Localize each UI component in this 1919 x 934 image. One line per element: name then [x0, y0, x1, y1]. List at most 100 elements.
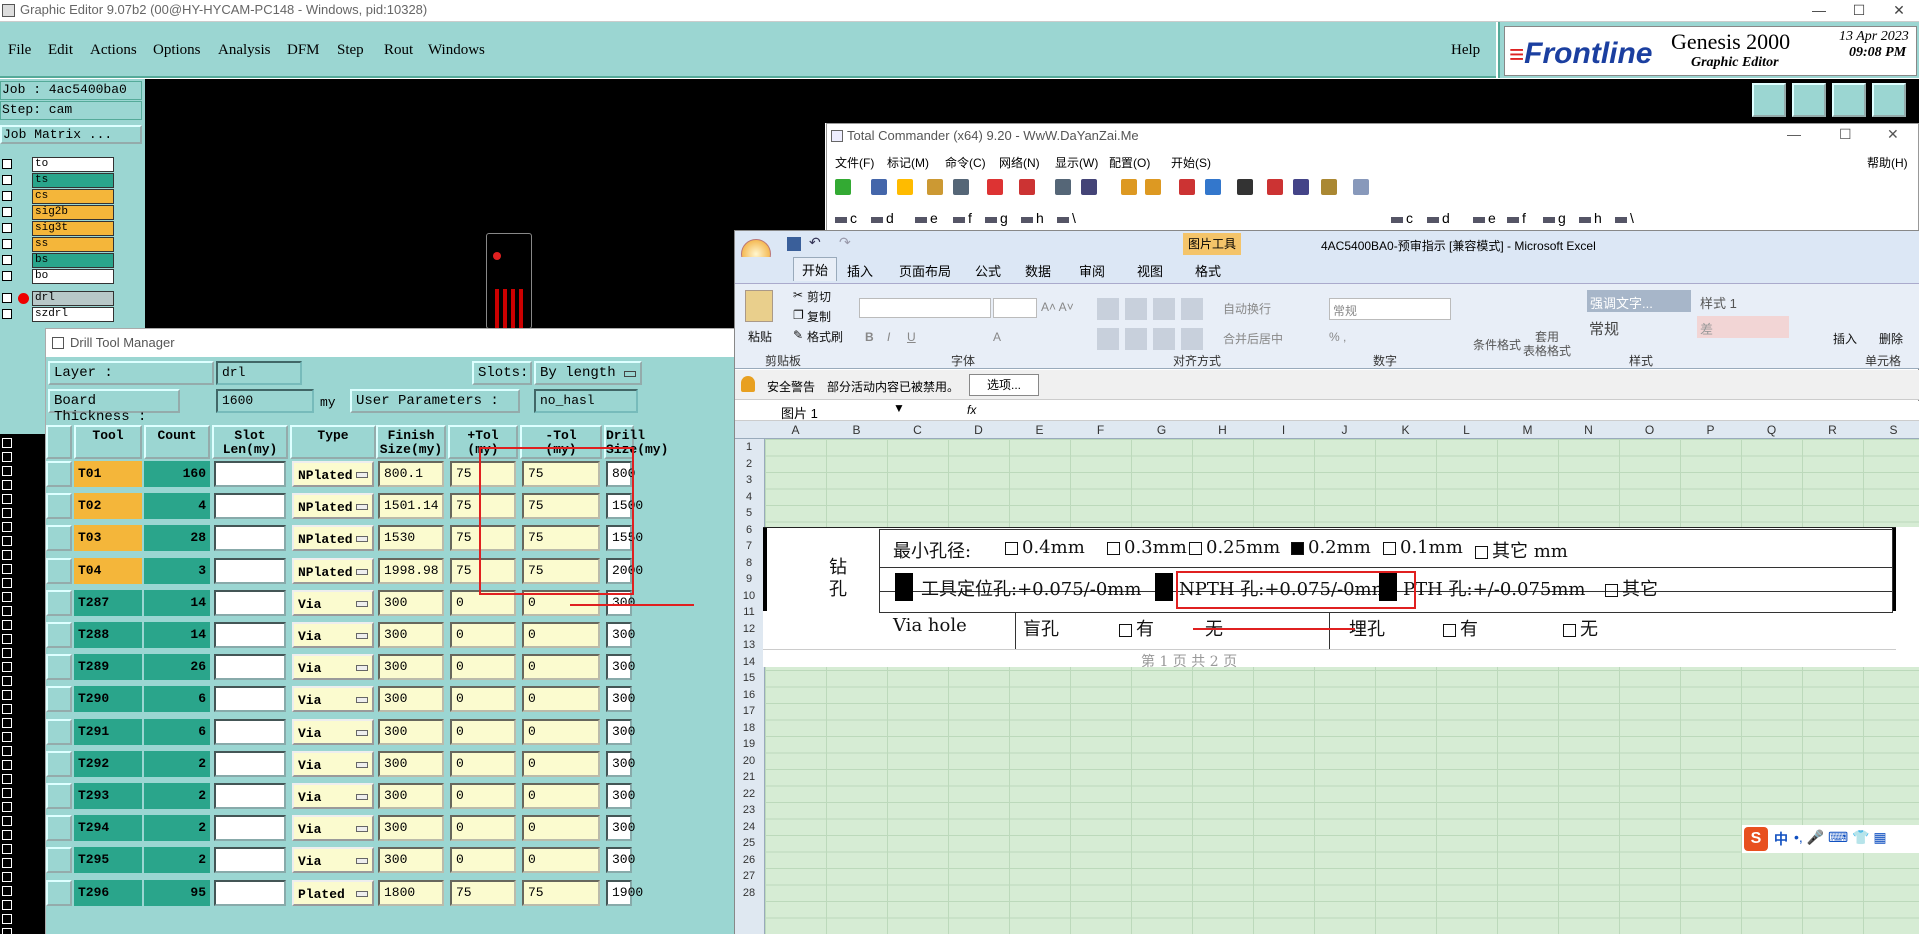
cut-icon[interactable]: ✂ [793, 288, 803, 302]
tool-name[interactable]: T296 [74, 879, 142, 906]
type-dropdown[interactable]: Via [292, 783, 374, 809]
tc-toolbar-icon[interactable] [927, 179, 943, 195]
row-header[interactable]: 7 [735, 540, 763, 552]
layer-checkbox[interactable] [2, 207, 12, 217]
layer-checkbox[interactable] [2, 858, 12, 868]
menu-rout[interactable]: Rout [384, 42, 413, 59]
tool-name[interactable]: T292 [74, 750, 142, 777]
tc-toolbar-icon[interactable] [1321, 179, 1337, 195]
column-header[interactable]: S [1863, 423, 1919, 437]
tool-shape-icon[interactable] [46, 686, 72, 713]
slot-len-input[interactable] [214, 718, 286, 745]
plus-tol-input[interactable]: 0 [450, 815, 516, 842]
layer-checkbox[interactable] [2, 718, 12, 728]
column-header[interactable]: F [1070, 423, 1131, 437]
name-box[interactable]: 图片 1 [781, 403, 818, 422]
row-header[interactable]: 21 [735, 771, 763, 783]
layer-checkbox[interactable] [2, 914, 12, 924]
tc-toolbar-icon[interactable] [1081, 179, 1097, 195]
layer-checkbox[interactable] [2, 886, 12, 896]
layer-checkbox[interactable] [2, 844, 12, 854]
type-dropdown[interactable]: Via [292, 589, 374, 616]
left-drive-button[interactable]: h [1021, 210, 1044, 226]
layer-checkbox[interactable] [2, 271, 12, 281]
row-header[interactable]: 14 [735, 656, 763, 668]
layer-checkbox[interactable] [2, 788, 12, 798]
font-size-dropdown[interactable] [993, 298, 1037, 318]
tool-row[interactable]: T291 6 Via 300 0 0 300 [46, 718, 736, 747]
slot-len-input[interactable] [214, 461, 286, 487]
tool-row[interactable]: T288 14 Via 300 0 0 300 [46, 622, 736, 650]
tool-name[interactable]: T02 [74, 493, 142, 520]
layer-name[interactable]: sig2b [32, 205, 114, 220]
tool-shape-icon[interactable] [46, 493, 72, 520]
save-icon[interactable] [787, 237, 801, 251]
tc-menu-item[interactable]: 标记(M) [887, 154, 929, 171]
row-header[interactable]: 26 [735, 854, 763, 866]
layer-row[interactable]: bs [0, 253, 145, 268]
row-header[interactable]: 4 [735, 491, 763, 503]
tool-shape-icon[interactable] [46, 461, 72, 487]
percent-icon[interactable]: % , [1329, 330, 1346, 344]
home-icon[interactable] [1752, 83, 1786, 117]
layer-checkbox[interactable] [2, 466, 12, 476]
row-header[interactable]: 3 [735, 474, 763, 486]
tool-name[interactable]: T01 [74, 461, 142, 487]
tc-toolbar-icon[interactable] [835, 179, 851, 195]
tc-close-icon[interactable]: ✕ [1887, 126, 1899, 143]
drill-size-input[interactable]: 300 [606, 815, 635, 842]
layer-checkbox[interactable] [2, 480, 12, 490]
layer-checkbox[interactable] [2, 438, 12, 448]
minus-tol-input[interactable]: 0 [522, 783, 600, 809]
plus-tol-input[interactable]: 0 [450, 718, 516, 745]
finish-size-input[interactable]: 300 [378, 783, 444, 809]
column-header[interactable]: R [1802, 423, 1863, 437]
tool-shape-icon[interactable] [46, 847, 72, 874]
row-header[interactable]: 2 [735, 458, 763, 470]
column-header[interactable]: P [1680, 423, 1741, 437]
column-header[interactable]: H [1192, 423, 1253, 437]
column-header[interactable]: E [1009, 423, 1070, 437]
style-1[interactable]: 样式 1 [1697, 290, 1789, 312]
layout-icon[interactable] [1832, 83, 1866, 117]
drill-size-input[interactable]: 300 [606, 750, 635, 777]
right-drive-button[interactable]: g [1543, 210, 1566, 226]
layer-row[interactable]: to [0, 157, 145, 172]
layer-checkbox[interactable] [2, 239, 12, 249]
slot-len-input[interactable] [214, 750, 286, 777]
row-header[interactable]: 8 [735, 557, 763, 569]
tc-menu-item[interactable]: 开始(S) [1171, 154, 1211, 171]
user-params-field[interactable]: no_hasl [534, 389, 638, 413]
right-drive-button[interactable]: e [1473, 210, 1496, 226]
tc-minimize-icon[interactable]: — [1787, 126, 1801, 142]
layer-checkbox[interactable] [2, 872, 12, 882]
layer-checkbox[interactable] [2, 536, 12, 546]
tool-name[interactable]: T295 [74, 847, 142, 874]
layer-checkbox[interactable] [2, 564, 12, 574]
number-format-dropdown[interactable]: 常规 [1329, 298, 1451, 320]
tc-menu-item[interactable]: 配置(O) [1109, 154, 1150, 171]
style-normal[interactable]: 常规 [1587, 316, 1691, 338]
minimize-icon[interactable]: — [1799, 0, 1839, 20]
merge-center-button[interactable]: 合并后居中 [1223, 330, 1283, 347]
column-header[interactable]: I [1253, 423, 1314, 437]
tc-toolbar-icon[interactable] [1145, 179, 1161, 195]
layer-checkbox[interactable] [2, 293, 12, 303]
menu-help[interactable]: Help [1451, 42, 1480, 59]
layer-checkbox[interactable] [2, 676, 12, 686]
layer-checkbox[interactable] [2, 900, 12, 910]
slot-len-input[interactable] [214, 815, 286, 842]
layer-checkbox[interactable] [2, 578, 12, 588]
layer-checkbox[interactable] [2, 704, 12, 714]
tc-menu-item[interactable]: 文件(F) [835, 154, 874, 171]
layer-checkbox[interactable] [2, 508, 12, 518]
tool-name[interactable]: T290 [74, 686, 142, 713]
row-header[interactable]: 27 [735, 870, 763, 882]
layer-checkbox[interactable] [2, 746, 12, 756]
slot-len-input[interactable] [214, 686, 286, 713]
worksheet-grid[interactable] [765, 439, 1919, 934]
ime-toolbar[interactable]: S 中 •, 🎤 ⌨ 👕 ▦ [1742, 825, 1919, 853]
column-header[interactable]: K [1375, 423, 1436, 437]
layer-checkbox[interactable] [2, 648, 12, 658]
row-header[interactable]: 10 [735, 590, 763, 602]
